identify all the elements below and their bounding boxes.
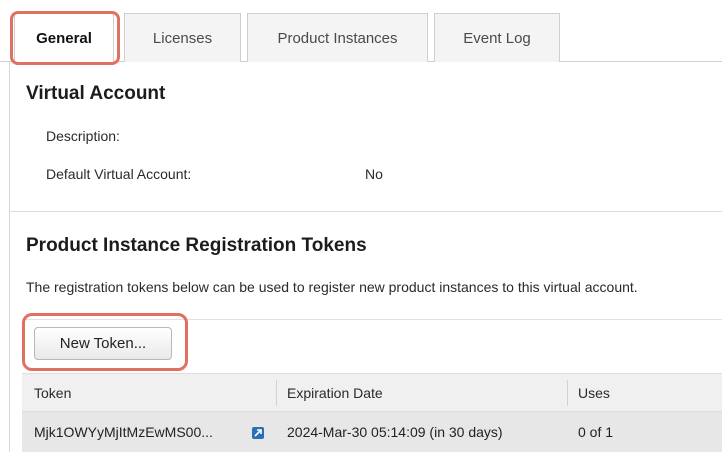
column-header-expiration-date[interactable]: Expiration Date bbox=[287, 374, 383, 411]
virtual-account-page: General Licenses Product Instances Event… bbox=[0, 0, 722, 452]
new-token-button[interactable]: New Token... bbox=[34, 327, 172, 360]
content-border bbox=[9, 62, 10, 452]
token-value: Mjk1OWYyMjItMzEwMS00... bbox=[34, 424, 213, 440]
table-row[interactable]: Mjk1OWYyMjItMzEwMS00... 2024-Mar-30 05:1… bbox=[22, 412, 722, 452]
column-header-token[interactable]: Token bbox=[34, 374, 71, 411]
column-separator bbox=[567, 380, 568, 406]
uses-value: 0 of 1 bbox=[578, 424, 614, 440]
tab-event-log[interactable]: Event Log bbox=[434, 13, 560, 62]
tab-licenses[interactable]: Licenses bbox=[124, 13, 241, 62]
description-label: Description: bbox=[46, 128, 120, 144]
registration-tokens-title: Product Instance Registration Tokens bbox=[26, 235, 367, 256]
registration-tokens-description: The registration tokens below can be use… bbox=[26, 279, 638, 295]
toolbar-divider bbox=[22, 319, 722, 320]
tab-bar: General Licenses Product Instances Event… bbox=[0, 0, 722, 63]
tab-general[interactable]: General bbox=[14, 13, 114, 63]
default-virtual-account-label: Default Virtual Account: bbox=[46, 166, 192, 182]
section-divider bbox=[10, 211, 722, 212]
tab-product-instances[interactable]: Product Instances bbox=[247, 13, 428, 62]
column-separator bbox=[276, 380, 277, 406]
virtual-account-title: Virtual Account bbox=[26, 83, 166, 104]
tokens-table-header: Token Expiration Date Uses bbox=[22, 373, 722, 412]
external-link-icon[interactable] bbox=[252, 427, 264, 439]
expiration-date-value: 2024-Mar-30 05:14:09 (in 30 days) bbox=[287, 424, 503, 440]
column-header-uses[interactable]: Uses bbox=[578, 374, 610, 411]
default-virtual-account-value: No bbox=[365, 166, 383, 182]
